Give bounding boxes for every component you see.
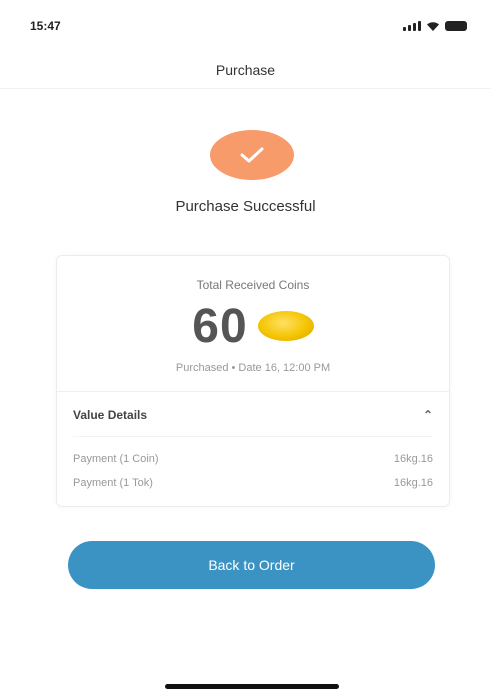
card-divider <box>57 391 449 392</box>
status-time: 15:47 <box>30 19 61 33</box>
detail-label: Payment (1 Coin) <box>73 453 159 465</box>
app-screen: 15:47 Purchase Purchase Successful Total… <box>0 0 491 694</box>
status-icons <box>403 21 467 31</box>
detail-value: 16kg.16 <box>393 453 433 465</box>
nav-bar: Purchase <box>0 52 491 89</box>
wifi-icon <box>427 21 439 31</box>
detail-row: Payment (1 Coin) 16kg.16 <box>73 450 433 468</box>
status-bar: 15:47 <box>0 0 491 52</box>
success-title: Purchase Successful <box>175 198 316 215</box>
battery-icon <box>445 21 467 31</box>
chevron-up-icon: ⌃ <box>422 408 433 422</box>
value-details-toggle[interactable]: Value Details ⌃ <box>73 404 433 426</box>
value-details-label: Value Details <box>73 408 148 422</box>
signal-icon <box>403 21 421 31</box>
coin-amount: 60 <box>192 299 248 353</box>
home-indicator <box>165 684 339 689</box>
coin-amount-row: 60 <box>57 296 449 356</box>
detail-label: Payment (1 Tok) <box>73 477 153 489</box>
gold-coin-icon <box>257 311 314 341</box>
details-divider <box>73 436 433 437</box>
checkmark-icon <box>240 147 264 163</box>
page-title: Purchase <box>215 62 276 78</box>
purchase-timestamp: Purchased • Date 16, 12:00 PM <box>175 362 331 374</box>
detail-value: 16kg.16 <box>393 477 433 489</box>
card-caption: Total Received Coins <box>196 278 310 292</box>
coins-summary-card: Total Received Coins 60 Purchased • Date… <box>56 255 450 507</box>
success-check-badge <box>210 130 294 180</box>
detail-row: Payment (1 Tok) 16kg.16 <box>73 474 433 492</box>
back-to-order-button[interactable]: Back to Order <box>68 541 435 589</box>
